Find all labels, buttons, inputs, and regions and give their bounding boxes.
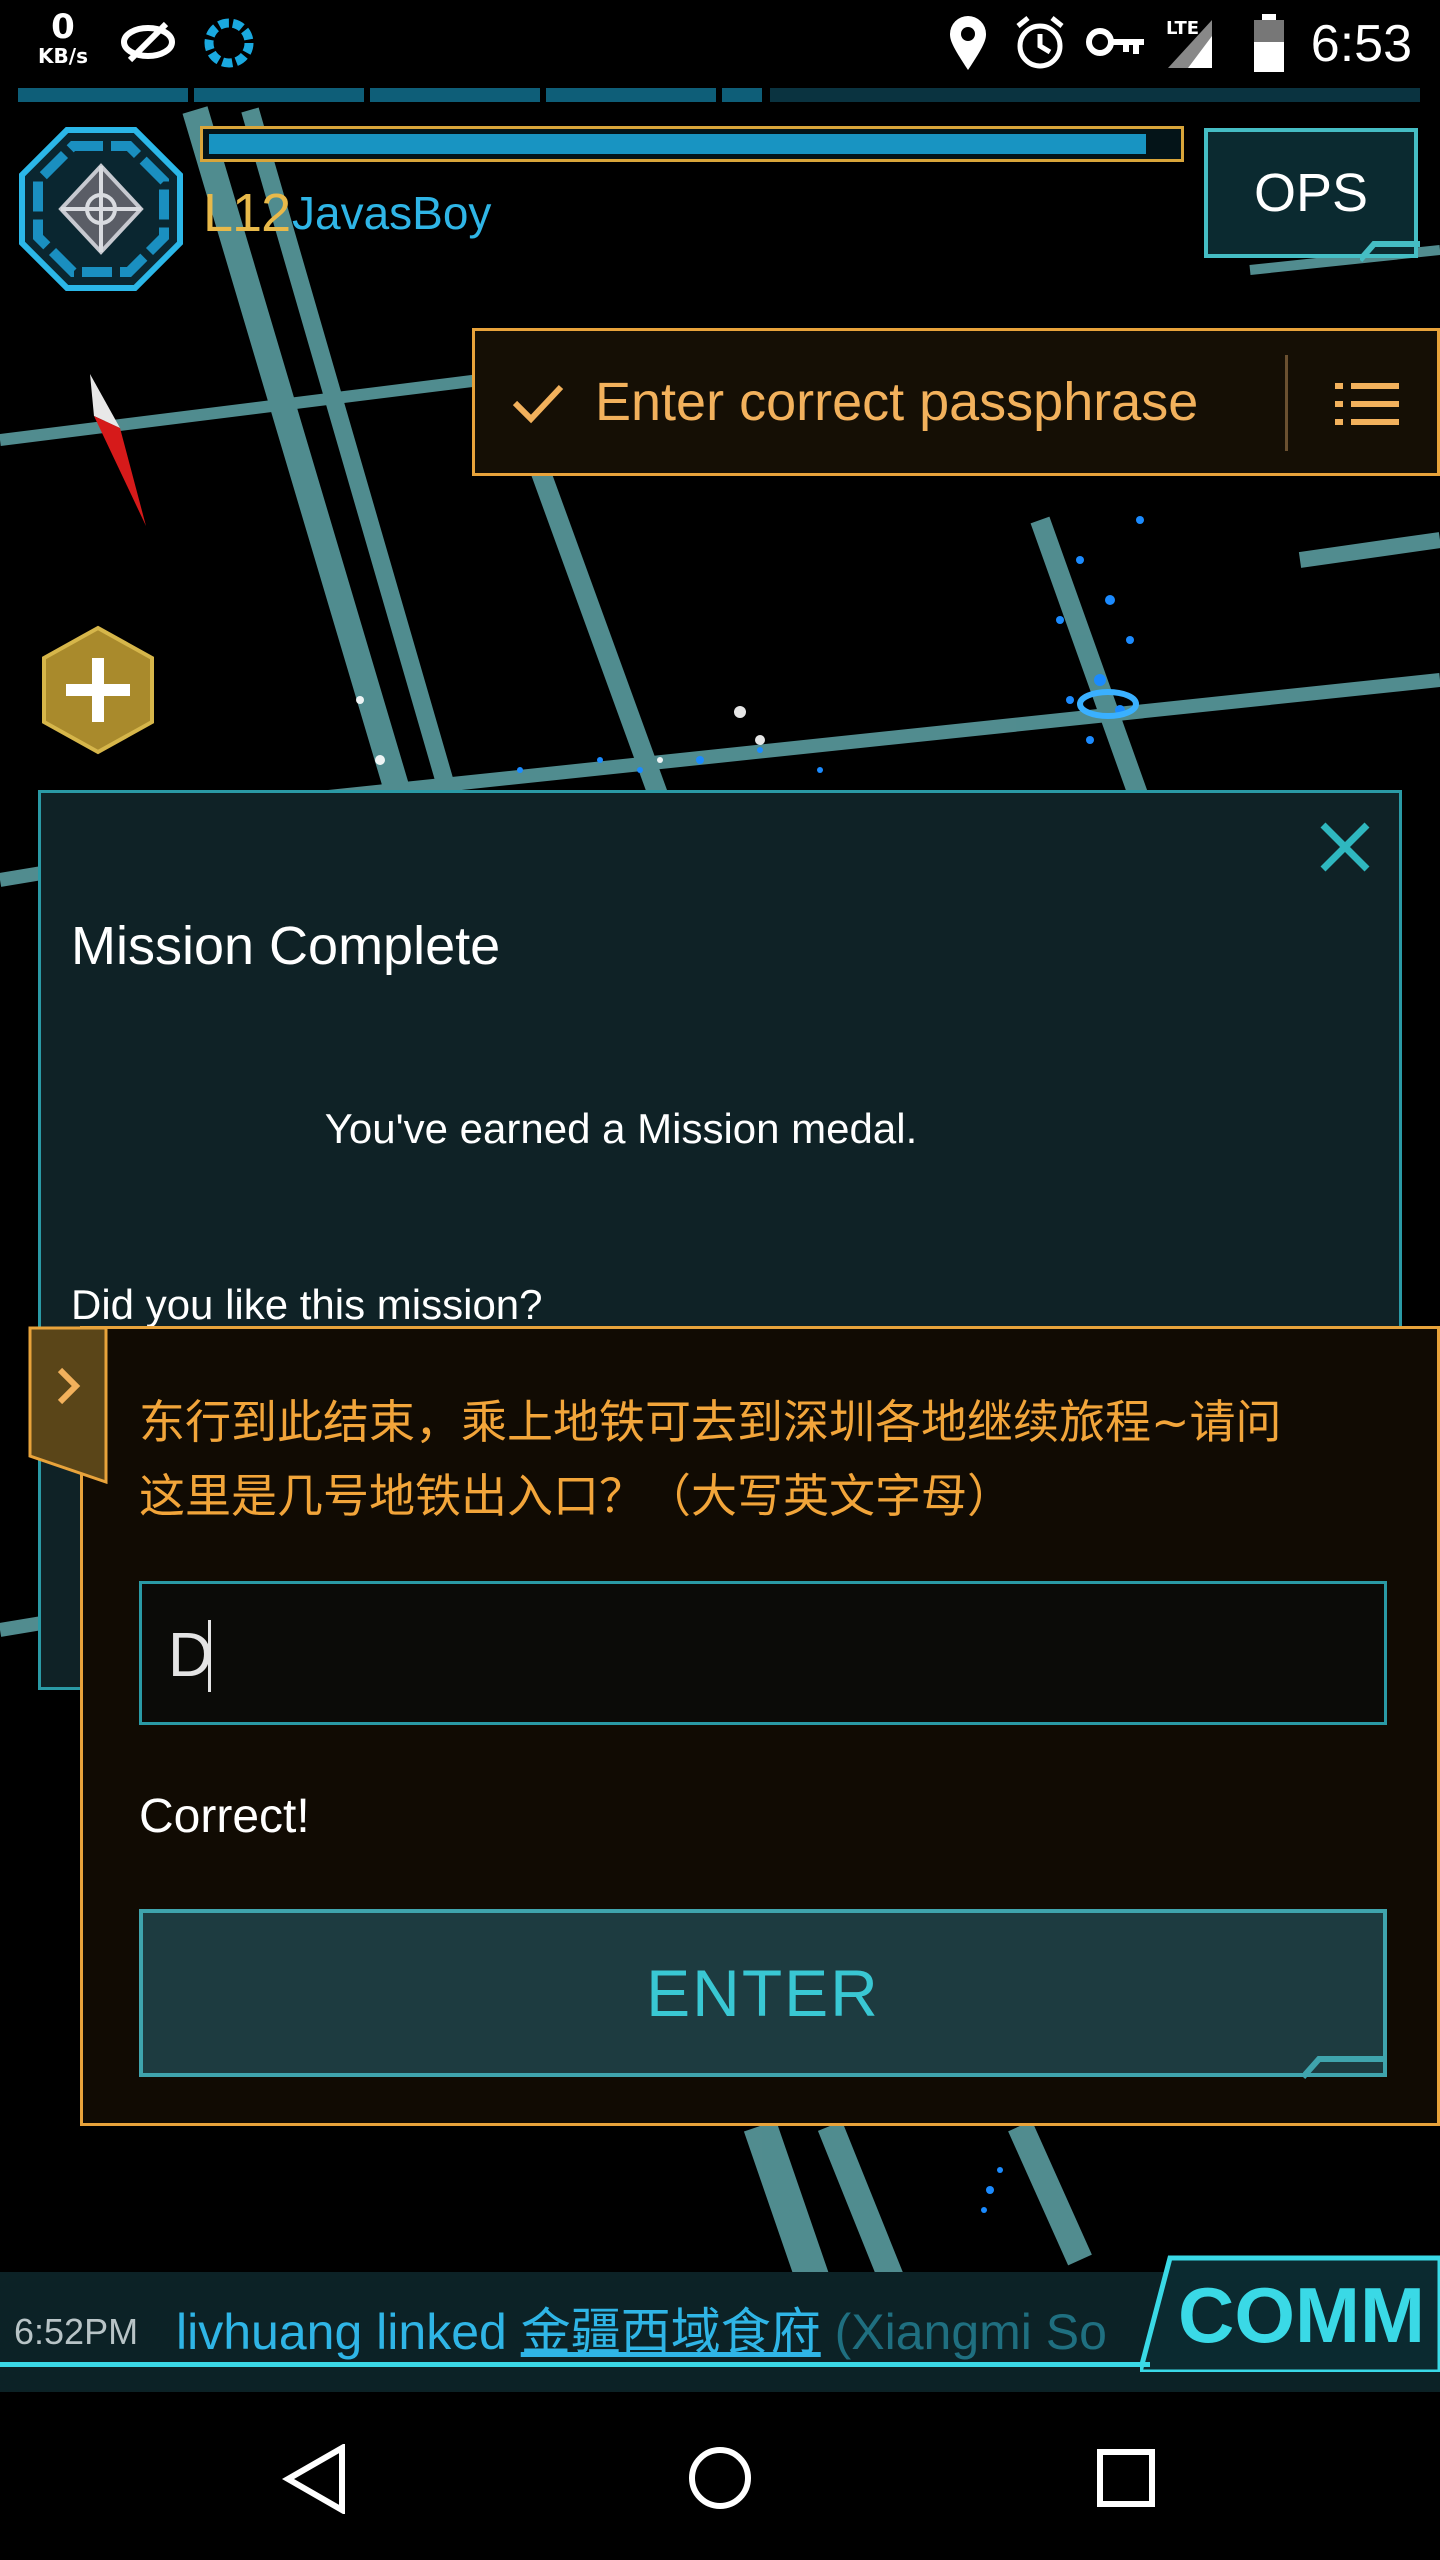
ingress-scanner-icon <box>121 21 175 63</box>
close-icon[interactable] <box>1315 817 1375 877</box>
ops-corner-decoration <box>1360 241 1420 262</box>
xp-segment <box>546 88 716 102</box>
comm-message-portal[interactable]: 金疆西域食府 <box>521 2304 821 2360</box>
plus-hex-icon[interactable] <box>38 624 158 756</box>
passphrase-result: Correct! <box>139 1790 310 1843</box>
comm-message-verb: linked <box>376 2304 507 2360</box>
back-icon[interactable] <box>282 2444 348 2514</box>
ops-button-label: OPS <box>1253 163 1369 223</box>
recents-icon[interactable] <box>1096 2448 1156 2508</box>
passphrase-question-line-1: 东行到此结束，乘上地铁可去到深圳各地继续旅程~请问 <box>139 1395 1282 1449</box>
objective-banner[interactable]: Enter correct passphrase <box>472 328 1440 476</box>
check-icon <box>512 384 564 424</box>
enter-corner-decoration <box>1303 2056 1387 2079</box>
objective-divider <box>1285 355 1288 451</box>
collapse-panel-tab[interactable] <box>28 1326 108 1484</box>
mission-message: You've earned a Mission medal. <box>324 1105 918 1152</box>
passphrase-input-value: D <box>168 1621 213 1690</box>
comm-message-rest: (Xiangmi So <box>820 2304 1107 2360</box>
compass-icon[interactable] <box>80 366 160 526</box>
passphrase-panel: 东行到此结束，乘上地铁可去到深圳各地继续旅程~请问 这里是几号地铁出入口？（大写… <box>80 1326 1440 2126</box>
mission-title: Mission Complete <box>71 916 501 976</box>
comm-message-user[interactable]: livhuang <box>176 2304 362 2360</box>
comm-underline <box>0 2362 1150 2367</box>
xp-progress-fill <box>209 134 1146 154</box>
network-speed: 0 KB/s <box>28 10 98 66</box>
network-speed-unit: KB/s <box>38 44 88 68</box>
xp-segment <box>194 88 364 102</box>
comm-button-label[interactable]: COMM <box>1178 2270 1425 2361</box>
status-bar: 0 KB/s LTE 6:53 <box>0 0 1440 88</box>
xp-segment <box>370 88 540 102</box>
clock: 6:53 <box>1310 15 1412 73</box>
enter-button[interactable]: ENTER <box>139 1909 1387 2077</box>
signal-icon <box>1168 20 1212 68</box>
battery-icon <box>1254 14 1284 72</box>
xp-segment <box>722 88 762 102</box>
agent-name[interactable]: JavasBoy <box>292 186 491 240</box>
home-icon[interactable] <box>686 2444 754 2512</box>
objective-text: Enter correct passphrase <box>595 372 1199 432</box>
mission-feedback-question: Did you like this mission? <box>71 1281 543 1328</box>
passphrase-question-line-2: 这里是几号地铁出入口？（大写英文字母） <box>139 1469 1013 1523</box>
navigation-bar <box>0 2392 1440 2560</box>
passphrase-input[interactable]: D <box>139 1581 1387 1725</box>
xp-segment <box>770 88 1420 102</box>
agent-avatar[interactable] <box>18 126 184 292</box>
passphrase-question: 东行到此结束，乘上地铁可去到深圳各地继续旅程~请问 这里是几号地铁出入口？（大写… <box>139 1385 1369 1533</box>
location-icon <box>950 16 986 70</box>
list-icon[interactable] <box>1335 381 1399 427</box>
comm-message-time: 6:52PM <box>14 2311 139 2352</box>
network-speed-value: 0 <box>51 7 75 47</box>
comm-message: livhuang linked 金疆西域食府 (Xiangmi So <box>176 2300 1166 2364</box>
enter-button-label: ENTER <box>646 1956 880 2030</box>
xp-progress-bar <box>200 126 1184 162</box>
ops-button[interactable]: OPS <box>1204 128 1418 258</box>
vpn-key-icon <box>1086 28 1144 56</box>
sync-icon <box>204 18 254 68</box>
text-caret <box>208 1620 211 1692</box>
xp-segment <box>18 88 188 102</box>
agent-level: L12 <box>203 183 291 243</box>
alarm-icon <box>1016 16 1064 69</box>
